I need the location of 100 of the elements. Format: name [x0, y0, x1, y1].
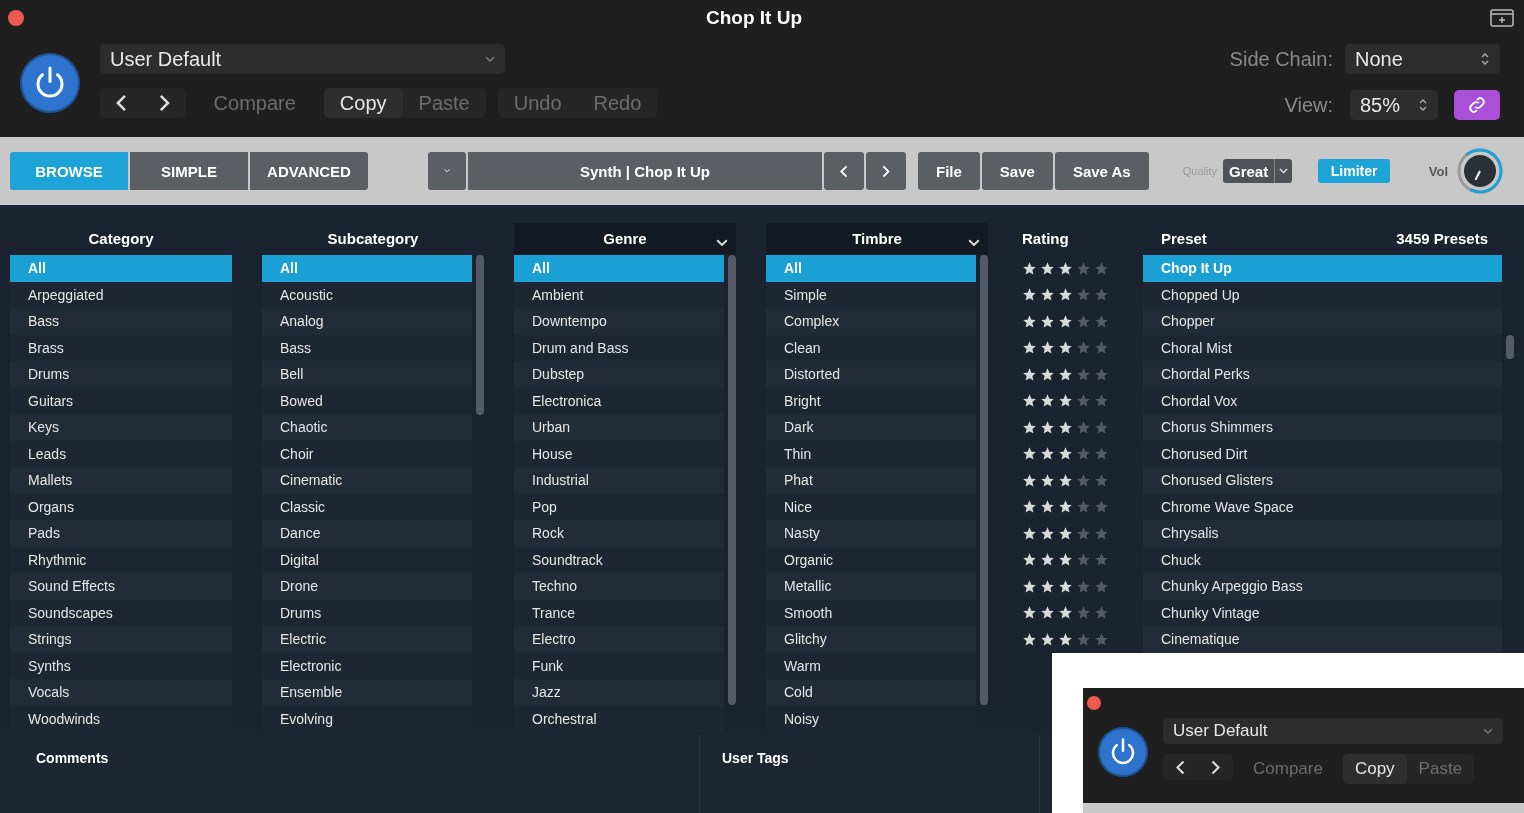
file-button[interactable]: Save [981, 152, 1053, 190]
filter-item[interactable]: Arpeggiated [10, 281, 232, 308]
filter-item[interactable]: Urban [514, 414, 724, 441]
preset-menu[interactable]: User Default [100, 44, 505, 74]
filter-item[interactable]: Complex [766, 308, 976, 335]
preset-item[interactable]: Chrome Wave Space [1143, 493, 1502, 520]
preset-item[interactable]: Chopper [1143, 308, 1502, 335]
filter-item[interactable]: Clean [766, 334, 976, 361]
filter-item[interactable]: Mallets [10, 467, 232, 494]
filter-item[interactable]: Chaotic [262, 414, 472, 441]
filter-item[interactable]: Evolving [262, 705, 472, 732]
scrollbar[interactable] [476, 255, 484, 415]
filter-item[interactable]: Drum and Bass [514, 334, 724, 361]
filter-item[interactable]: Trance [514, 599, 724, 626]
close-button[interactable] [1087, 696, 1101, 710]
filter-item[interactable]: Classic [262, 493, 472, 520]
filter-item[interactable]: Metallic [766, 573, 976, 600]
filter-item[interactable]: Ensemble [262, 679, 472, 706]
filter-item[interactable]: Leads [10, 440, 232, 467]
filter-item[interactable]: Organs [10, 493, 232, 520]
preset-item[interactable]: Chunky Vintage [1143, 599, 1502, 626]
filter-item[interactable]: Sound Effects [10, 573, 232, 600]
edit-button[interactable]: Copy [323, 88, 403, 118]
scrollbar[interactable] [980, 255, 988, 705]
view-select[interactable]: 85% [1350, 90, 1438, 120]
filter-item[interactable]: Downtempo [514, 308, 724, 335]
filter-item[interactable]: Vocals [10, 679, 232, 706]
filter-item[interactable]: Electro [514, 626, 724, 653]
filter-item[interactable]: Drums [262, 599, 472, 626]
preset-item[interactable]: Chorused Dirt [1143, 440, 1502, 467]
filter-item[interactable]: Orchestral [514, 705, 724, 732]
filter-item[interactable]: Synths [10, 652, 232, 679]
filter-item[interactable]: Smooth [766, 599, 976, 626]
filter-item[interactable]: Organic [766, 546, 976, 573]
filter-item[interactable]: Bass [262, 334, 472, 361]
filter-item[interactable]: Strings [10, 626, 232, 653]
view-tab[interactable]: SIMPLE [130, 152, 248, 190]
preset-item[interactable]: Chopped Up [1143, 281, 1502, 308]
filter-item[interactable]: Funk [514, 652, 724, 679]
preset-item[interactable]: Chordal Perks [1143, 361, 1502, 388]
filter-item[interactable]: Pop [514, 493, 724, 520]
link-button[interactable] [1454, 90, 1500, 120]
filter-item[interactable]: Cinematic [262, 467, 472, 494]
filter-item[interactable]: Pads [10, 520, 232, 547]
quality-select[interactable]: Great [1222, 159, 1293, 183]
filter-item[interactable]: House [514, 440, 724, 467]
filter-item[interactable]: Rhythmic [10, 546, 232, 573]
window-icon[interactable] [1490, 9, 1514, 27]
filter-item[interactable]: Bowed [262, 387, 472, 414]
scrollbar[interactable] [1506, 335, 1514, 359]
filter-item[interactable]: Drone [262, 573, 472, 600]
filter-item[interactable]: Analog [262, 308, 472, 335]
view-tab[interactable]: ADVANCED [250, 152, 368, 190]
filter-item[interactable]: Thin [766, 440, 976, 467]
filter-item[interactable]: Electronica [514, 387, 724, 414]
filter-item[interactable]: Electric [262, 626, 472, 653]
edit-button[interactable]: Copy [1342, 754, 1407, 784]
filter-item[interactable]: Distorted [766, 361, 976, 388]
volume-knob[interactable] [1456, 147, 1504, 195]
preset-menu[interactable]: User Default [1163, 718, 1503, 744]
filter-item[interactable]: Bass [10, 308, 232, 335]
filter-item[interactable]: Acoustic [262, 281, 472, 308]
filter-item[interactable]: Woodwinds [10, 705, 232, 732]
filter-item[interactable]: Rock [514, 520, 724, 547]
next-button[interactable] [866, 152, 906, 190]
power-button[interactable] [1098, 726, 1148, 777]
filter-item[interactable]: Soundtrack [514, 546, 724, 573]
scrollbar[interactable] [728, 255, 736, 705]
filter-item[interactable]: Nasty [766, 520, 976, 547]
close-button[interactable] [8, 10, 24, 26]
filter-item[interactable]: Ambient [514, 281, 724, 308]
previous-button[interactable] [824, 152, 864, 190]
filter-item[interactable]: Digital [262, 546, 472, 573]
preset-item[interactable]: Chorus Shimmers [1143, 414, 1502, 441]
filter-item[interactable]: Electronic [262, 652, 472, 679]
filter-dropdown[interactable]: Genre [514, 223, 736, 254]
preset-item[interactable]: Chordal Vox [1143, 387, 1502, 414]
filter-item[interactable]: Techno [514, 573, 724, 600]
filter-item[interactable]: Nice [766, 493, 976, 520]
filter-dropdown[interactable]: Timbre [766, 223, 988, 254]
filter-item[interactable]: Choir [262, 440, 472, 467]
filter-item[interactable]: Noisy [766, 705, 976, 732]
filter-item[interactable]: Bell [262, 361, 472, 388]
filter-item[interactable]: Bright [766, 387, 976, 414]
filter-item[interactable]: Cold [766, 679, 976, 706]
filter-item[interactable]: Phat [766, 467, 976, 494]
filter-item[interactable]: Industrial [514, 467, 724, 494]
file-button[interactable]: Save As [1054, 152, 1149, 190]
filter-item[interactable]: Keys [10, 414, 232, 441]
preset-item[interactable]: Chrysalis [1143, 520, 1502, 547]
preset-item[interactable]: Choral Mist [1143, 334, 1502, 361]
filter-item[interactable]: Dubstep [514, 361, 724, 388]
preset-item[interactable]: Chunky Arpeggio Bass [1143, 573, 1502, 600]
filter-item[interactable]: Glitchy [766, 626, 976, 653]
filter-item[interactable]: Dance [262, 520, 472, 547]
filter-item[interactable]: Dark [766, 414, 976, 441]
filter-item[interactable]: Guitars [10, 387, 232, 414]
filter-item[interactable]: Brass [10, 334, 232, 361]
filter-item[interactable]: Drums [10, 361, 232, 388]
preset-item[interactable]: Chorused Glisters [1143, 467, 1502, 494]
